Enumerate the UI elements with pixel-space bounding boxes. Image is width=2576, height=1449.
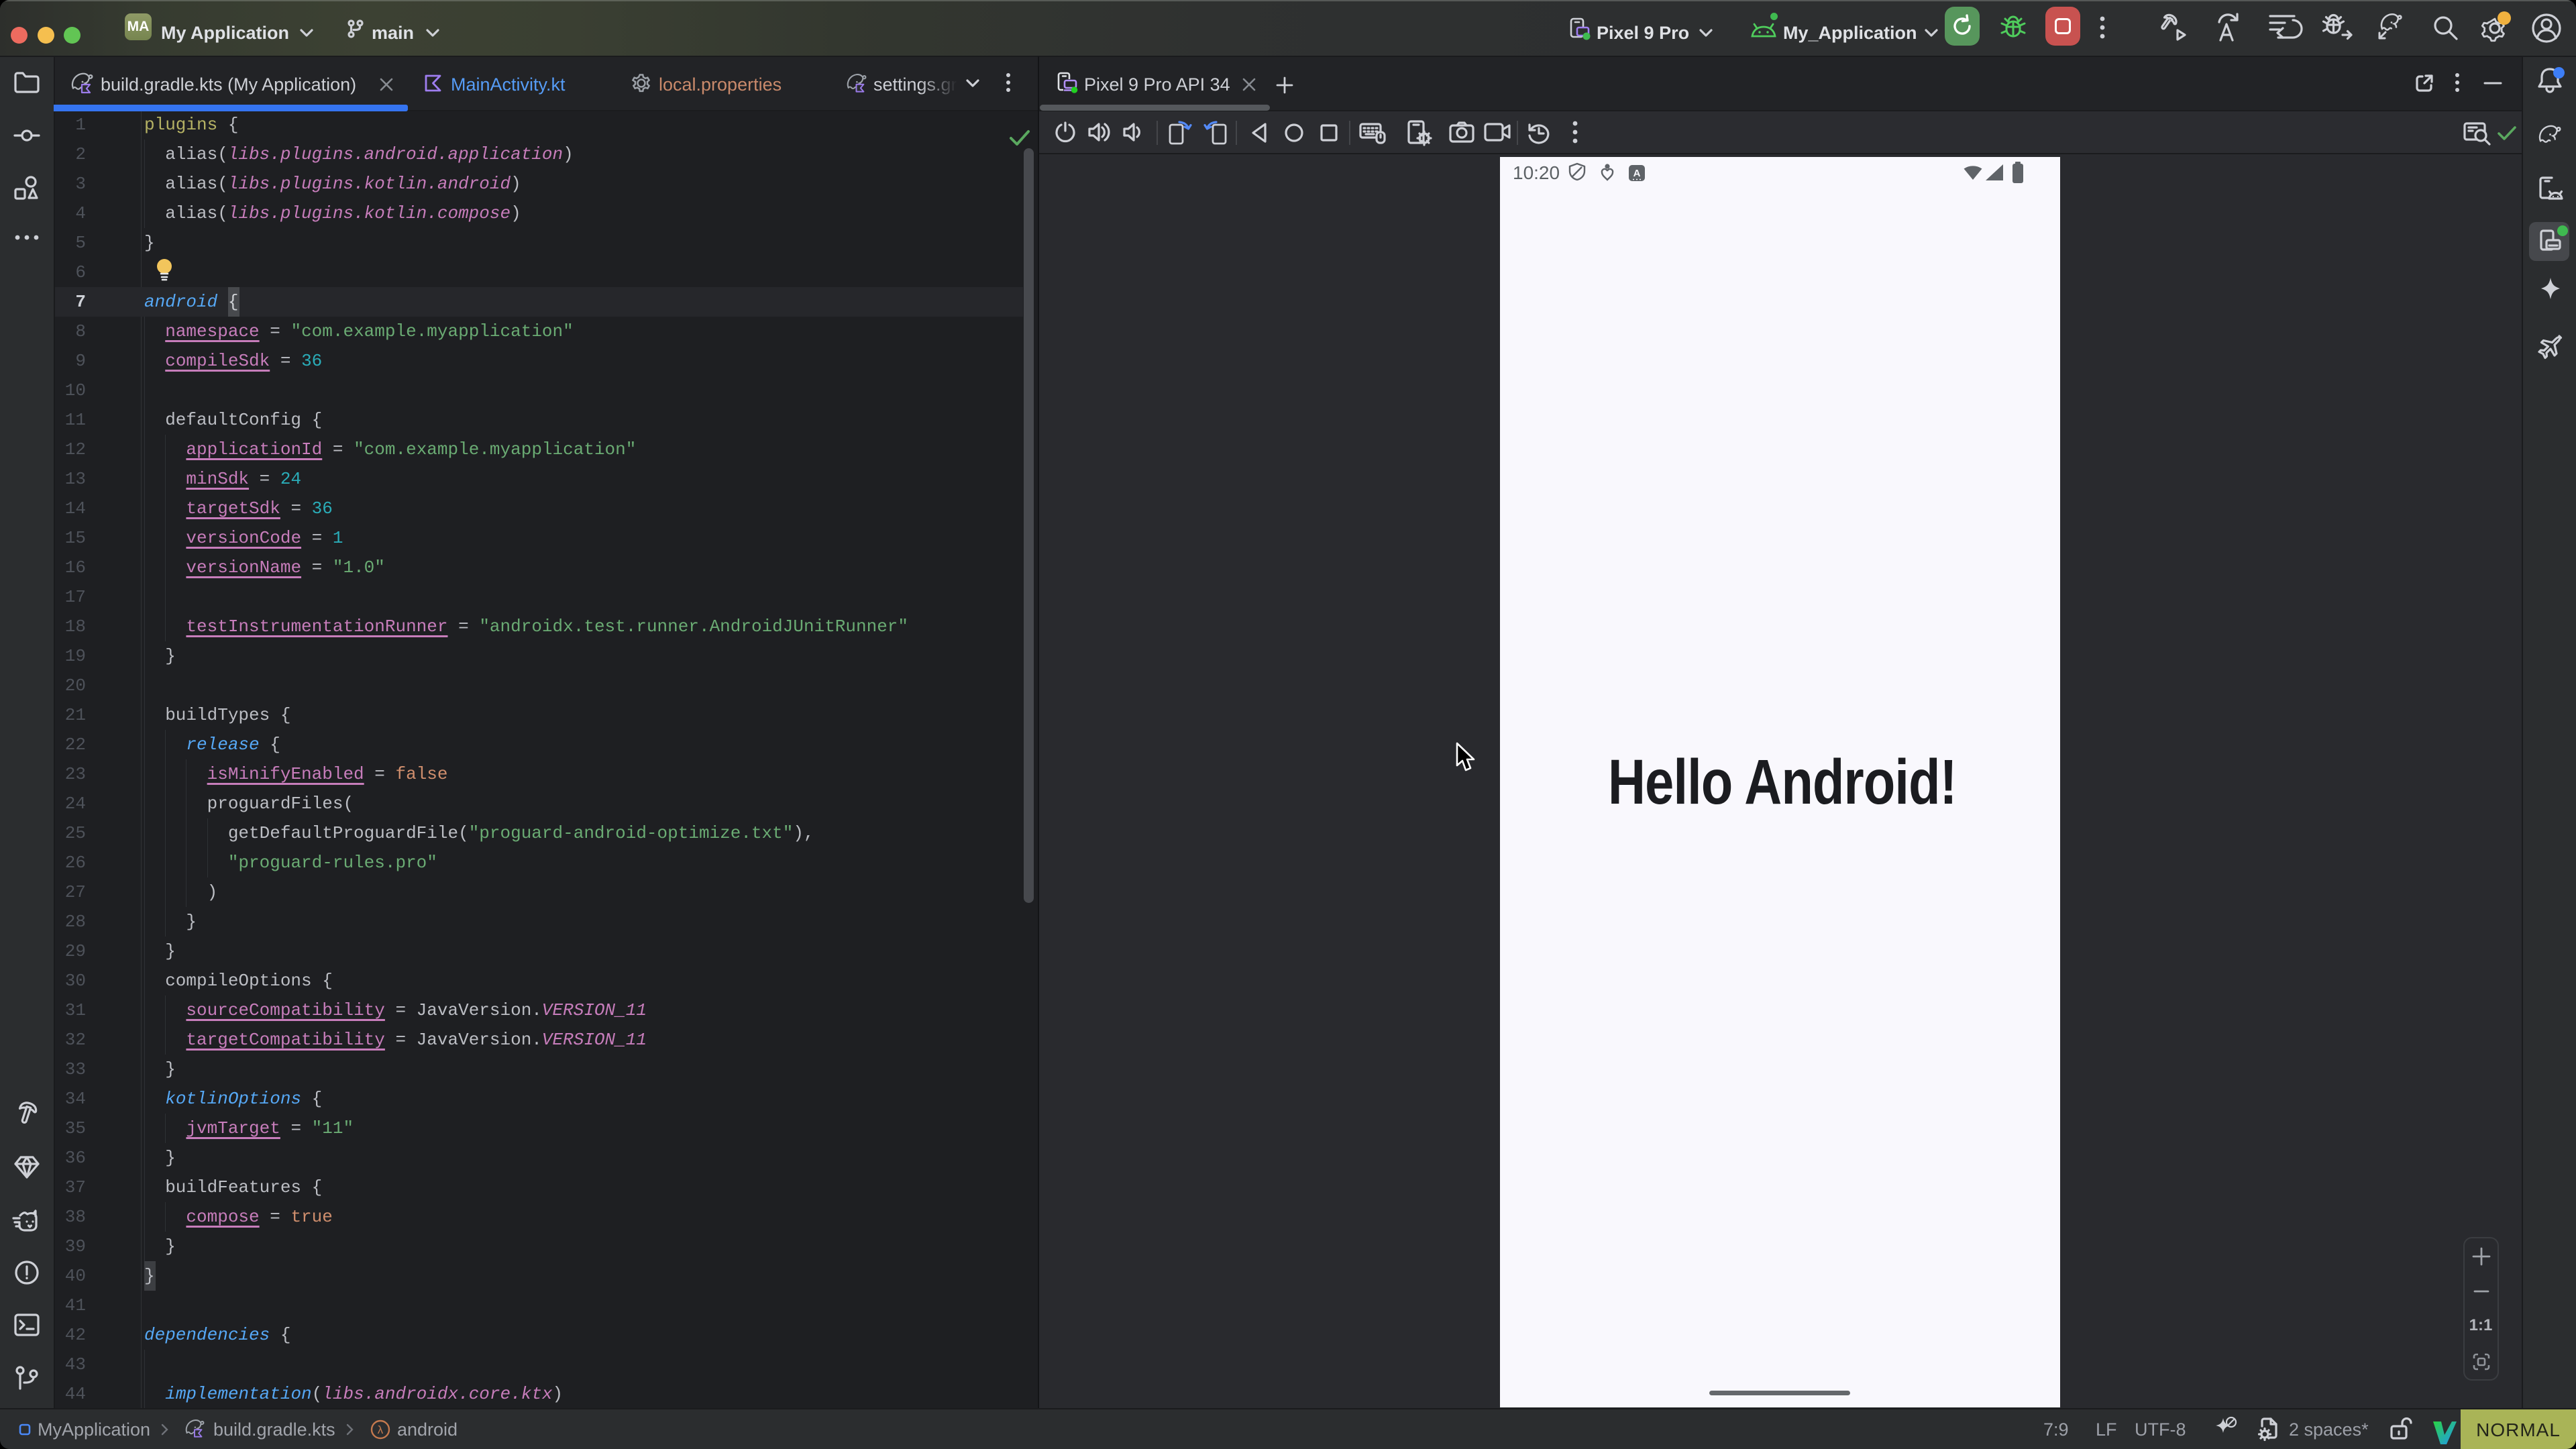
svg-text:λ: λ — [377, 1425, 384, 1438]
svg-text:A: A — [1633, 168, 1641, 179]
